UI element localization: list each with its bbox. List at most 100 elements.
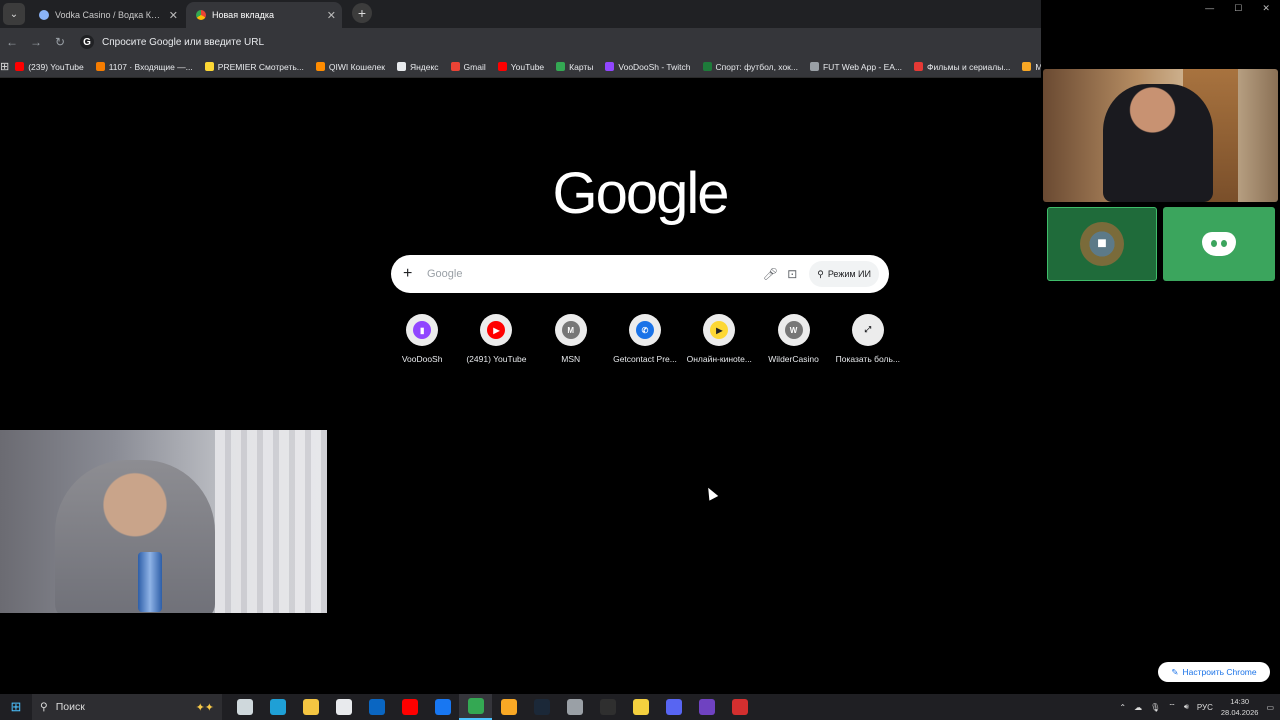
bookmark-item[interactable]: 1107 · Входящие —... [90,62,199,72]
bookmark-item[interactable]: Спорт: футбол, хок... [697,62,804,72]
bookmark-item[interactable]: QIWI Кошелек [310,62,391,72]
ai-mode-button[interactable]: ⚲ Режим ИИ [809,261,879,287]
bookmark-favicon-icon [605,62,615,71]
shortcut-label: (2491) YouTube [466,354,527,364]
call-tile-discord[interactable] [1163,207,1275,281]
webcam-overlay-left [0,430,327,613]
forward-icon[interactable]: → [24,35,48,49]
bookmark-favicon-icon [497,62,507,71]
bookmark-label: FUT Web App - EA... [822,61,903,72]
bookmark-item[interactable]: Фильмы и сериалы... [908,62,1016,72]
sparkle-search-icon: ⚲ [817,268,824,279]
shortcut-circle: ⤢ [851,314,884,346]
app-glyph [566,699,583,715]
file-explorer-icon[interactable] [294,694,327,720]
task-view-icon[interactable] [228,694,261,720]
shortcut-circle: W [777,314,810,346]
call-tile-video[interactable]: ■ [1047,207,1157,281]
shortcut-tile[interactable]: M MSN [534,314,608,374]
phone-icon: ✆ [635,321,654,339]
search-box[interactable]: + 🎤︎ ⊡ ⚲ Режим ИИ [391,255,889,293]
settings-icon[interactable] [558,694,591,720]
bookmark-item[interactable]: Яндекс [391,62,445,72]
app-glyph [632,699,649,715]
language-indicator[interactable]: РУС [1197,703,1213,712]
google-g-icon: G [80,35,94,49]
shortcut-circle: ▮ [406,314,439,346]
reload-icon[interactable]: ↻ [48,35,72,49]
app-icon[interactable] [492,694,525,720]
bookmark-item[interactable]: YouTube [492,62,550,72]
add-icon[interactable]: + [403,265,419,283]
tab-search-button[interactable]: ⌄ [3,3,25,25]
bookmark-item[interactable]: VooDooSh - Twitch [599,62,696,72]
tab-new-tab[interactable]: Новая вкладка ✕ [186,2,342,28]
shortcut-tile[interactable]: ▮ VooDooSh [385,314,459,374]
bookmark-favicon-icon [15,62,25,71]
shortcut-label: WilderCasino [768,354,819,364]
shortcut-tile[interactable]: W WilderCasino [756,314,830,374]
shortcut-tile[interactable]: ▶ Онлайн-кинote... [682,314,756,374]
bookmark-label: 1107 · Входящие —... [108,61,193,72]
chevron-up-icon[interactable]: ⌃ [1119,703,1126,712]
bookmark-item[interactable]: FUT Web App - EA... [804,62,908,72]
bookmark-item[interactable]: Gmail [445,62,492,72]
close-tab-icon[interactable]: ✕ [169,9,178,22]
system-tray: ⌃ ☁ 🎙︎ ⌔ 🔊︎ РУС 14:30 28.04.2026 ▭ [1119,696,1280,718]
shortcut-tile[interactable]: ▶ (2491) YouTube [459,314,533,374]
mic-tray-icon[interactable]: 🎙︎ [1150,703,1160,712]
minimize-icon[interactable]: — [1205,3,1214,13]
apps-grid-icon[interactable]: ⊞ [0,60,9,73]
wifi-icon[interactable]: ⌔ [1168,702,1176,712]
new-tab-button[interactable]: + [352,2,372,23]
app-red-icon[interactable] [723,694,756,720]
network-icon[interactable]: ☁ [1134,703,1142,712]
terminal-icon[interactable] [591,694,624,720]
facebook-icon[interactable] [426,694,459,720]
clock[interactable]: 14:30 28.04.2026 [1221,696,1259,718]
tab-title: Vodka Casino / Водка Казино - [55,10,163,20]
taskbar-search[interactable]: ⚲ Поиск ✦✦ [32,694,222,720]
bookmark-item[interactable]: Карты [550,62,599,72]
search-input[interactable] [427,268,760,280]
webcam-overlay-right [1043,69,1278,202]
app-yellow-icon[interactable] [624,694,657,720]
app-glyph [500,699,517,715]
app-glyph [335,699,352,715]
tab-strip: ⌄ Vodka Casino / Водка Казино - ✕ Новая … [0,0,1041,28]
notifications-icon[interactable]: ▭ [1266,703,1274,712]
discord-logo-icon [1202,232,1236,256]
edge-icon[interactable] [261,694,294,720]
lens-icon[interactable]: ⊡ [781,267,803,281]
volume-icon[interactable]: 🔊︎ [1184,702,1189,712]
outlook-icon[interactable] [360,694,393,720]
close-tab-icon[interactable]: ✕ [327,9,336,22]
bookmark-favicon-icon [396,62,406,71]
bookmark-item[interactable]: PREMIER Смотреть... [199,62,310,72]
shortcut-tile[interactable]: ⤢ Показать боль... [831,314,905,374]
customize-chrome-button[interactable]: ✎ Настроить Chrome [1158,662,1270,682]
steam-icon[interactable] [525,694,558,720]
windows-start-icon[interactable]: ⊞ [0,699,32,715]
microphone-icon[interactable]: 🎤︎ [759,267,781,281]
taskbar-search-label: Поиск [55,701,85,713]
obs-icon[interactable] [690,694,723,720]
bookmark-label: Яндекс [409,61,439,72]
shortcut-circle: ✆ [628,314,661,346]
bookmark-item[interactable]: MyScore [1016,62,1041,72]
store-icon[interactable] [327,694,360,720]
youtube-app-icon[interactable] [393,694,426,720]
close-window-icon[interactable]: ✕ [1262,3,1270,14]
omnibox[interactable]: G Спросите Google или введите URL [80,30,1041,54]
discord-icon[interactable] [657,694,690,720]
bookmark-label: Gmail [463,61,486,72]
chrome-icon[interactable] [459,694,492,720]
bookmark-item[interactable]: (239) YouTube [9,62,89,72]
google-logo: Google [552,161,729,226]
streamer-image [55,460,215,613]
tab-vodka-casino[interactable]: Vodka Casino / Водка Казино - ✕ [29,2,184,28]
maximize-icon[interactable]: ☐ [1234,3,1242,14]
shortcut-tile[interactable]: ✆ Getcontact Pre... [608,314,682,374]
back-icon[interactable]: ← [0,35,24,49]
pinned-apps [228,694,756,720]
